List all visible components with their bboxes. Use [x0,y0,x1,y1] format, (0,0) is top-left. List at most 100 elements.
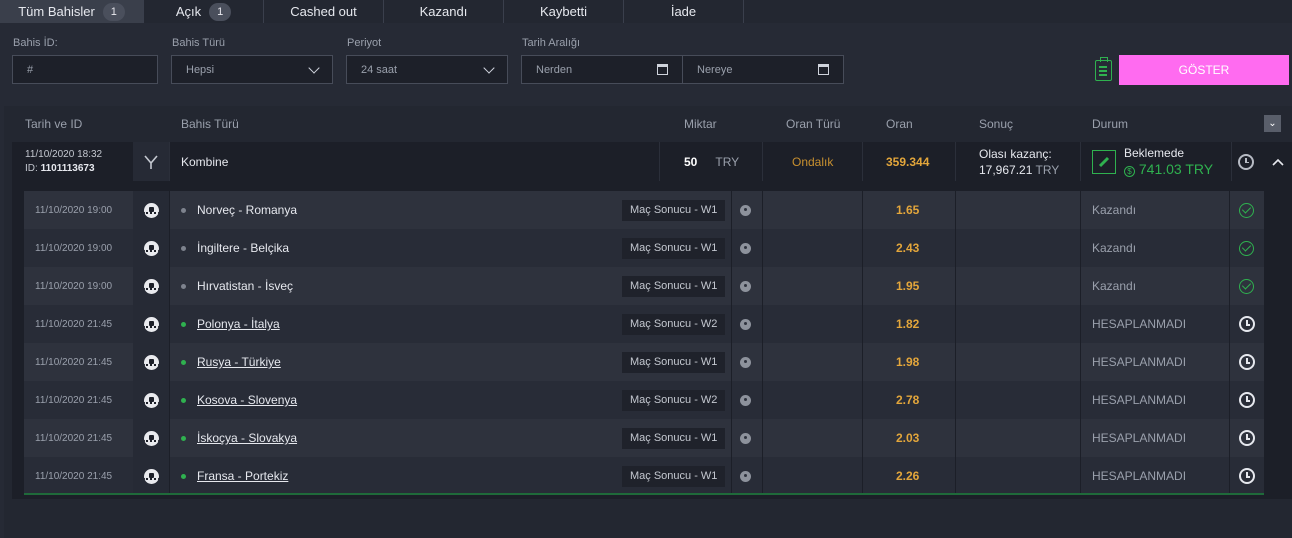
user-icon [740,280,751,292]
football-icon [143,278,159,294]
cashout-value: 741.03 TRY [1138,161,1214,177]
date-from-input[interactable]: Nerden [521,55,683,84]
bet-id-line: ID: 1101113673 [25,163,95,174]
tab-cashed-out[interactable]: Cashed out [264,0,384,23]
tabs-filler [744,0,1292,23]
bet-id-prefix: ID: [25,163,38,174]
event-row: 11/10/2020 19:00 Norveç - Romanya Maç Sonu… [24,191,1264,229]
bet-summary-row[interactable]: 11/10/2020 18:32 ID: 1101113673 Kombine … [12,142,1292,181]
bet-type-select[interactable]: Hepsi [171,55,333,84]
bet-type: Kombine [181,154,229,169]
event-row: 11/10/2020 21:45 Rusya - Türkiye Maç Sonuc… [24,343,1264,381]
bet-type-value: Hepsi [186,63,215,76]
bet-status: Beklemede [1124,146,1185,160]
status-dot [181,397,186,403]
tab-open[interactable]: Açık 1 [144,0,264,23]
check-circle-icon [1239,202,1254,218]
tab-label: Açık [175,4,202,19]
header-status: Durum [1092,117,1129,131]
cashout-amount[interactable]: $ 741.03 TRY [1124,161,1213,177]
football-icon [143,468,159,484]
event-date: 11/10/2020 21:45 [35,318,113,330]
status-dot [181,207,186,213]
collapse-chevron-up-icon[interactable] [1272,142,1284,181]
event-row: 11/10/2020 21:45 Polonya - İtalya Maç Sonu… [24,305,1264,343]
event-match-name[interactable]: Rusya - Türkiye [197,355,281,369]
date-from-placeholder: Nerden [536,63,573,76]
event-match-name[interactable]: Fransa - Portekiz [197,469,288,483]
period-select[interactable]: 24 saat [346,55,508,84]
calendar-icon[interactable] [818,64,829,75]
clipboard-icon[interactable] [1095,57,1112,81]
event-market: Maç Sonucu - W2 [622,313,726,335]
event-row: 11/10/2020 19:00 Hırvatistan - İsveç Maç S… [24,267,1264,305]
header-odds-type: Oran Türü [786,117,841,131]
combo-bet-icon [133,142,169,181]
event-market: Maç Sonucu - W1 [622,237,726,259]
clock-icon [1239,316,1255,332]
clock-icon [1239,354,1255,370]
user-icon [740,242,751,254]
clock-icon [1239,430,1255,446]
clock-icon [1239,468,1255,484]
football-icon [143,202,159,218]
period-label: Periyot [347,37,382,49]
header-amount: Miktar [684,117,717,131]
football-icon [143,430,159,446]
event-date: 11/10/2020 19:00 [35,280,113,292]
header-odds: Oran [886,117,913,131]
tab-refund[interactable]: İade [624,0,744,23]
event-match-name[interactable]: Polonya - İtalya [197,317,280,331]
event-match-name: İngiltere - Belçika [197,241,290,255]
tab-lost[interactable]: Kaybetti [504,0,624,23]
event-status: HESAPLANMADI [1092,355,1187,369]
event-date: 11/10/2020 21:45 [35,394,113,406]
event-odds: 1.82 [896,317,920,331]
header-date-id: Tarih ve ID [25,117,83,131]
tab-all-bets[interactable]: Tüm Bahisler 1 [0,0,144,23]
football-icon [143,240,159,256]
bet-id-placeholder: # [27,63,34,76]
event-status: HESAPLANMADI [1092,393,1187,407]
event-odds: 1.65 [896,203,920,217]
date-to-placeholder: Nereye [697,63,733,76]
clock-icon [1239,392,1255,408]
collapse-all-button[interactable]: ⌄ [1264,115,1281,132]
event-odds: 2.43 [896,241,920,255]
potential-win-label: Olası kazanç: [979,146,1052,161]
potential-win-currency: TRY [1035,162,1060,177]
event-match-name[interactable]: Kosova - Slovenya [197,393,297,407]
event-match-name[interactable]: İskoçya - Slovakya [197,431,297,445]
event-status: Kazandı [1092,241,1137,255]
tab-won[interactable]: Kazandı [384,0,504,23]
cashout-edit-icon[interactable] [1092,149,1116,174]
calendar-icon[interactable] [657,64,668,75]
period-value: 24 saat [361,63,398,76]
user-icon [740,432,751,444]
event-odds: 2.78 [896,393,920,407]
tab-label: Cashed out [290,4,357,19]
tab-label: Kazandı [419,4,468,19]
event-status: Kazandı [1092,279,1137,293]
event-status: HESAPLANMADI [1092,469,1187,483]
event-match-name: Norveç - Romanya [197,203,298,217]
bet-currency: TRY [715,154,740,169]
clock-icon [1238,153,1254,170]
event-date: 11/10/2020 19:00 [35,242,113,254]
event-status: HESAPLANMADI [1092,431,1187,445]
show-button[interactable]: GÖSTER [1119,55,1289,85]
status-dot [181,321,186,327]
event-status: HESAPLANMADI [1092,317,1187,331]
date-to-input[interactable]: Nereye [682,55,844,84]
event-match-name: Hırvatistan - İsveç [197,279,294,293]
status-dot [181,435,186,441]
event-odds: 1.95 [896,279,920,293]
tab-label: Tüm Bahisler [18,4,95,19]
event-market: Maç Sonucu - W1 [622,275,726,297]
status-dot [181,359,186,365]
bet-datetime: 11/10/2020 18:32 [25,149,103,160]
dollar-coin-icon: $ [1124,166,1135,177]
status-dot [181,245,186,251]
bet-id-input[interactable]: # [12,55,158,84]
tab-count-badge: 1 [209,2,232,21]
